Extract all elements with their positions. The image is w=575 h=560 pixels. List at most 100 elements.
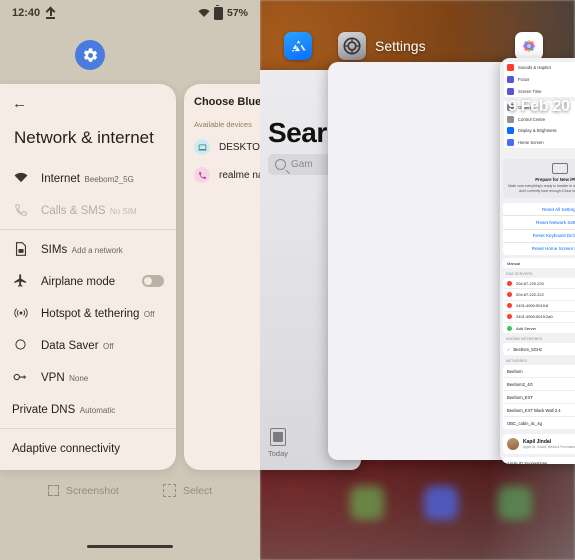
reset-keyboard-dictionary-button[interactable]: Reset Keyboard Dictionary [503, 230, 575, 243]
settings-item-sims[interactable]: SIMs Add a network [0, 233, 176, 265]
status-bar-left: 12:40 [12, 7, 56, 19]
reset-network-settings-button[interactable]: Reset Network Settings [503, 216, 575, 230]
battery-icon [213, 4, 223, 20]
ios-app-switcher-panel: Settings Sear Gam Today Sounds & Haptics… [260, 0, 575, 560]
screenshot-button[interactable]: Screenshot [47, 484, 119, 497]
dns-server-row[interactable]: 204.67.222.222 [503, 289, 575, 301]
network-row[interactable]: Beebom2_4G🔒△ⓘ [503, 378, 575, 392]
settings-item-hotspot-tethering[interactable]: Hotspot & tethering Off [0, 297, 176, 329]
dns-server-address: 204.67.222.222 [516, 291, 544, 297]
sounds-haptics-icon [507, 64, 514, 72]
settings-item-value: No SIM [110, 206, 137, 216]
network-name: Beebom2_4G [507, 381, 533, 387]
recents-card-choose-bluetooth[interactable]: Choose Bluetooth Available devices DESKT… [184, 84, 260, 470]
wifi-icon [198, 9, 210, 17]
airplane-mode-toggle[interactable] [142, 274, 164, 287]
settings-item-value: Add a network [71, 245, 123, 255]
dock-icon [498, 486, 532, 520]
screenshot-label: Screenshot [65, 484, 119, 497]
app-label-settings: Settings [375, 38, 426, 54]
app-card-settings[interactable]: Sounds & Haptics Focus Screen Time Gener… [500, 58, 575, 464]
vpn-icon [12, 371, 29, 383]
avatar [507, 438, 519, 451]
account-subtitle: Apple ID, iCloud, Media & Purchases [523, 444, 575, 449]
settings-item-adaptive-connectivity[interactable]: Adaptive connectivity [0, 432, 176, 464]
remove-icon[interactable] [507, 280, 512, 286]
connected-network-row[interactable]: ✓ Beebom_5GHz 🔒 △ ⓘ [503, 343, 575, 356]
available-devices-label: Available devices [194, 120, 252, 129]
settings-row-label: Focus [518, 77, 530, 83]
app-header-photos[interactable] [515, 32, 543, 60]
date-overlay: 9 Feb 20 [508, 98, 570, 115]
app-header-app-store[interactable] [284, 32, 312, 60]
select-label: Select [182, 484, 213, 497]
settings-row-label: Sounds & Haptics [518, 65, 552, 71]
settings-item-calls-sms[interactable]: Calls & SMS No SIM [0, 194, 176, 226]
settings-item-label: Calls & SMS [41, 204, 106, 217]
hotspot-icon [12, 306, 29, 320]
prepare-title: Prepare for New iPhone [535, 177, 575, 182]
remove-icon[interactable] [507, 303, 512, 309]
add-icon[interactable] [507, 325, 512, 331]
upload-icon [46, 7, 56, 19]
dns-server-row[interactable]: 2401:4900:5019:8 [503, 301, 575, 312]
settings-item-private-dns[interactable]: Private DNS Automatic [0, 393, 176, 425]
reset-home-screen-layout-button[interactable]: Reset Home Screen Layout [503, 243, 575, 255]
dns-mode-label: Manual [507, 260, 521, 266]
settings-row[interactable]: Sounds & Haptics [504, 62, 575, 74]
settings-item-label: Private DNS [12, 403, 76, 416]
screenshot-icon [47, 485, 59, 496]
app-card-blank[interactable] [328, 62, 518, 460]
settings-item-data-saver[interactable]: Data Saver Off [0, 329, 176, 361]
search-placeholder: Gam [291, 159, 313, 170]
home-gesture-bar[interactable] [87, 545, 173, 548]
prepare-new-iphone-banner[interactable]: Prepare for New iPhone Make sure everyth… [503, 159, 575, 199]
calls-sms-icon [12, 203, 29, 217]
settings-item-airplane-mode[interactable]: Airplane mode [0, 265, 176, 297]
remove-icon[interactable] [507, 291, 512, 297]
wifi-icon [12, 172, 29, 183]
network-row[interactable]: Beebom_EXT Black Wall 2.4🔒△ⓘ [503, 404, 575, 418]
settings-item-label: Data Saver [41, 339, 99, 352]
select-icon [162, 484, 176, 497]
checkmark-icon: ✓ [507, 346, 511, 352]
bluetooth-device-row[interactable]: DESKTOP- [184, 133, 260, 161]
back-button[interactable]: ← [0, 84, 176, 122]
settings-row[interactable]: Display & Brightness [504, 124, 575, 137]
dns-server-row[interactable]: 2401:4900:5019:2a0 [503, 312, 575, 323]
reset-options-list: Reset All Settings Reset Network Setting… [503, 203, 575, 255]
select-button[interactable]: Select [162, 484, 213, 497]
app-store-tab-today[interactable]: Today [268, 428, 288, 458]
dock-icon [350, 486, 384, 520]
settings-row-label: Screen Time [518, 88, 542, 94]
airplane-icon [12, 273, 29, 288]
network-row[interactable]: Beebom_EXT🔒△ⓘ [503, 391, 575, 405]
dns-server-row[interactable]: 204.67.220.220 [503, 278, 575, 290]
recents-card-network-internet[interactable]: ← Network & internet Internet Beebom2_5G [0, 84, 176, 470]
remove-icon[interactable] [507, 314, 512, 320]
apple-id-suggestions-row[interactable]: Apple ID Suggestions 1 [503, 457, 575, 464]
app-header-settings[interactable]: Settings [338, 32, 426, 60]
settings-item-vpn[interactable]: VPN None [0, 361, 176, 393]
network-row[interactable]: OBC_cabin_itc_4g🔒△ⓘ [503, 417, 575, 429]
settings-item-internet[interactable]: Internet Beebom2_5G [0, 162, 176, 194]
ios-dock-icons [350, 486, 532, 520]
settings-row[interactable]: Screen Time [504, 85, 575, 98]
bluetooth-card-title: Choose Bluetooth [194, 96, 260, 108]
apple-id-account-row[interactable]: Kapil Jindal Apple ID, iCloud, Media & P… [503, 434, 575, 455]
network-name: Beebom_5GHz [513, 346, 542, 352]
settings-gear-icon[interactable] [75, 40, 105, 70]
data-saver-icon [12, 338, 29, 351]
settings-icon [338, 32, 366, 60]
reset-all-settings-button[interactable]: Reset All Settings [503, 203, 575, 217]
display-brightness-icon [507, 127, 514, 135]
dock-icon [424, 486, 458, 520]
settings-row-label: Control Centre [518, 116, 546, 122]
settings-row[interactable]: Focus [504, 73, 575, 86]
dns-mode-row[interactable]: Manual ✓ [503, 257, 575, 269]
settings-row[interactable]: Home Screen [504, 136, 575, 149]
home-screen-icon [507, 139, 514, 147]
network-row[interactable]: Beebom🔒△ⓘ [503, 365, 575, 379]
bluetooth-device-row[interactable]: realme nar [184, 161, 260, 189]
add-server-row[interactable]: Add Server [503, 323, 575, 333]
